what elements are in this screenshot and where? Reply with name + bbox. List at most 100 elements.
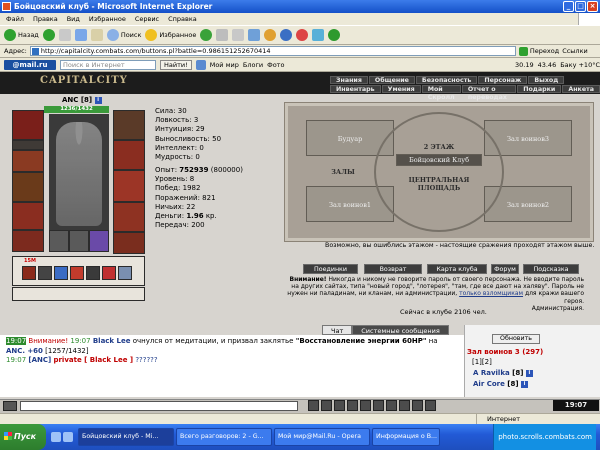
club-map-button[interactable]: Карта клуба [427,264,487,274]
close-button[interactable]: × [587,1,598,12]
warning-link[interactable]: только взломщикам [459,290,523,297]
task-opera[interactable]: Мой мир@Mail.Ru - Opera [274,428,370,446]
scroll-icon[interactable] [386,400,397,411]
search-button[interactable]: Поиск [106,29,141,41]
nav-skills[interactable]: Умения [381,85,421,93]
nav-transfers[interactable]: Отчет о переводах [461,85,517,101]
task-conversations[interactable]: Всего разговоров: 2 - G... [176,428,272,446]
room-pages[interactable]: [1][2] [472,358,492,366]
edit-icon[interactable] [248,29,261,41]
nav-character[interactable]: Персонаж [478,76,528,84]
maximize-button[interactable]: □ [575,1,586,12]
nav-communication[interactable]: Общение [368,76,415,84]
menu-tools[interactable]: Сервис [135,13,159,25]
go-button[interactable]: Переход [518,46,559,56]
info-icon[interactable]: i [525,369,533,377]
player-list-item[interactable]: Air Core [8] i [473,380,529,388]
chat-settings-icon[interactable] [425,400,436,411]
weapon-slot[interactable] [12,172,44,202]
opera-icon[interactable] [296,29,309,41]
belt-item-3[interactable] [54,266,68,280]
forum-button[interactable]: Форум [491,264,519,274]
amulet-slot[interactable] [12,150,44,172]
task-info[interactable]: Информация о В... [372,428,440,446]
helmet-slot[interactable] [12,110,44,140]
map-central-square[interactable]: ЦЕНТРАЛЬНАЯ ПЛОЩАДЬ [404,176,474,192]
home-icon[interactable] [90,29,103,41]
belt-item-6[interactable] [102,266,116,280]
belt-item-4[interactable] [70,266,84,280]
private-icon[interactable] [373,400,384,411]
player-list-item[interactable]: A Ravilka [8] i [473,369,533,377]
nav-exit[interactable]: Выход [528,76,565,84]
map-fight-club[interactable]: Бойцовский Клуб [396,154,482,166]
chat-mode-icon[interactable] [3,401,17,411]
print-icon[interactable] [232,29,245,41]
nav-gifts[interactable]: Подарки [517,85,562,93]
menu-edit[interactable]: Правка [33,13,58,25]
mailru-mymir-link[interactable]: Мой мир [210,61,239,69]
ring-slot-1[interactable] [49,230,69,252]
hint-button[interactable]: Подсказка [523,264,579,274]
favorites-button[interactable]: Избранное [145,29,196,41]
return-button[interactable]: Возврат [364,264,422,274]
mailru-blogs-link[interactable]: Блоги [243,61,263,69]
messenger-icon[interactable] [264,29,277,41]
mailru-search-input[interactable]: Поиск в Интернет [60,59,156,70]
belt-item-2[interactable] [38,266,52,280]
clover-icon[interactable] [328,29,341,41]
pants-slot[interactable] [113,202,145,232]
mailru-find-button[interactable]: Найти! [160,59,192,70]
nav-profile[interactable]: Анкета [562,85,600,93]
task-fight-club[interactable]: Бойцовский клуб - Mi... [78,428,174,446]
refresh-button[interactable]: Обновить [492,334,540,344]
armor-slot[interactable] [12,202,44,230]
belt-item-7[interactable] [118,266,132,280]
refresh-chat-icon[interactable] [412,400,423,411]
nav-inventory[interactable]: Инвентарь [330,85,381,93]
ring-slot-3[interactable] [89,230,109,252]
desktop-icon[interactable] [51,432,61,442]
stop-icon[interactable] [58,29,71,41]
earring-slot[interactable] [12,140,44,150]
menu-favorites[interactable]: Избранное [89,13,126,25]
nav-scroll[interactable]: Мой Скролл [421,85,461,101]
tab-chat[interactable]: Чат [322,325,353,335]
menu-help[interactable]: Справка [168,13,197,25]
start-button[interactable]: Пуск [0,424,46,450]
belt-slot[interactable] [12,230,44,252]
filter-icon[interactable] [321,400,332,411]
nav-knowledge[interactable]: Знания [330,76,368,84]
menu-view[interactable]: Вид [67,13,80,25]
hide-icon[interactable] [399,400,410,411]
clear-icon[interactable] [334,400,345,411]
belt-item-1[interactable] [22,266,36,280]
gloves-slot[interactable] [113,110,145,140]
character-name[interactable]: ANC [8] i [62,96,102,104]
messenger2-icon[interactable] [312,29,325,41]
chat-input[interactable] [20,401,298,411]
belt-item-5[interactable] [86,266,100,280]
address-input[interactable]: http://capitalcity.combats.com/buttons.p… [29,46,516,56]
minimize-button[interactable]: _ [563,1,574,12]
ring-slot-2[interactable] [69,230,89,252]
tab-system-messages[interactable]: Системные сообщения [352,325,449,335]
shield-slot[interactable] [113,170,145,202]
mailru-logo[interactable]: @mail.ru [4,59,56,70]
mailru-photo-link[interactable]: Фото [267,61,284,69]
boots-slot[interactable] [113,232,145,254]
refresh-icon[interactable] [74,29,87,41]
forward-button[interactable] [42,29,55,41]
capitalcity-logo[interactable]: CAPITALCITY [40,75,128,86]
bracers-slot[interactable] [113,140,145,170]
back-button[interactable]: Назад [4,29,39,41]
icq-icon[interactable] [280,29,293,41]
smiles-icon[interactable] [308,400,319,411]
translit-icon[interactable] [360,400,371,411]
menu-file[interactable]: Файл [6,13,24,25]
ie-icon[interactable] [63,432,73,442]
sound-icon[interactable] [347,400,358,411]
mail-icon[interactable] [216,29,229,41]
media-icon[interactable] [200,29,213,41]
links-label[interactable]: Ссылки [562,47,588,55]
